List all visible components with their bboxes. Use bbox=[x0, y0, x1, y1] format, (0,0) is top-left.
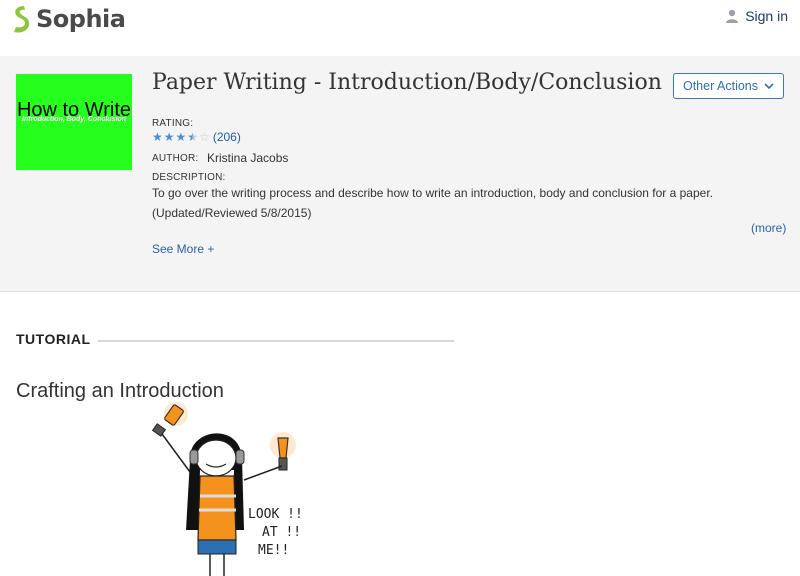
illustration-text-line: AT !! bbox=[262, 525, 301, 540]
section-divider bbox=[98, 340, 454, 342]
cartoon-illustration: LOOK !! AT !! ME!! bbox=[151, 402, 303, 576]
page-title: Paper Writing - Introduction/Body/Conclu… bbox=[152, 70, 662, 95]
author-label: AUTHOR: bbox=[152, 153, 199, 164]
illustration-text-line: LOOK !! bbox=[248, 507, 303, 522]
resource-thumbnail: How to Write Introduction, Body, Conclus… bbox=[16, 74, 132, 170]
description-label: DESCRIPTION: bbox=[152, 172, 226, 183]
rating-count[interactable]: (206) bbox=[213, 130, 241, 144]
description-text: To go over the writing process and descr… bbox=[152, 186, 713, 200]
brand-name: Sophia bbox=[36, 5, 126, 33]
star-icon: ★ bbox=[175, 130, 187, 144]
top-bar: Sophia Sign in bbox=[0, 0, 800, 56]
section-label: TUTORIAL bbox=[16, 331, 91, 347]
star-icon: ★ bbox=[163, 130, 175, 144]
rating-label: RATING: bbox=[152, 118, 194, 129]
thumbnail-subtitle: Introduction, Body, Conclusion bbox=[22, 116, 126, 123]
sophia-logo[interactable]: Sophia bbox=[10, 4, 126, 34]
half-star-icon: ★ bbox=[187, 130, 199, 144]
star-empty-icon: ☆ bbox=[199, 130, 210, 144]
other-actions-label: Other Actions bbox=[682, 79, 759, 93]
author-name: Kristina Jacobs bbox=[207, 151, 289, 165]
sign-in-link[interactable]: Sign in bbox=[725, 8, 788, 24]
see-more-link[interactable]: See More + bbox=[152, 242, 214, 256]
other-actions-button[interactable]: Other Actions bbox=[673, 73, 784, 99]
sophia-logo-icon bbox=[14, 6, 30, 33]
chevron-down-icon bbox=[764, 82, 774, 89]
description-updated: (Updated/Reviewed 5/8/2015) bbox=[152, 206, 312, 220]
sign-in-label: Sign in bbox=[745, 8, 788, 24]
resource-header: How to Write Introduction, Body, Conclus… bbox=[0, 56, 800, 292]
user-icon bbox=[726, 9, 739, 23]
illustration-text-line: ME!! bbox=[258, 543, 289, 558]
star-icon: ★ bbox=[152, 130, 163, 144]
rating[interactable]: ★ ★ ★ ★ ☆ (206) bbox=[152, 130, 241, 144]
more-link[interactable]: (more) bbox=[751, 221, 786, 235]
